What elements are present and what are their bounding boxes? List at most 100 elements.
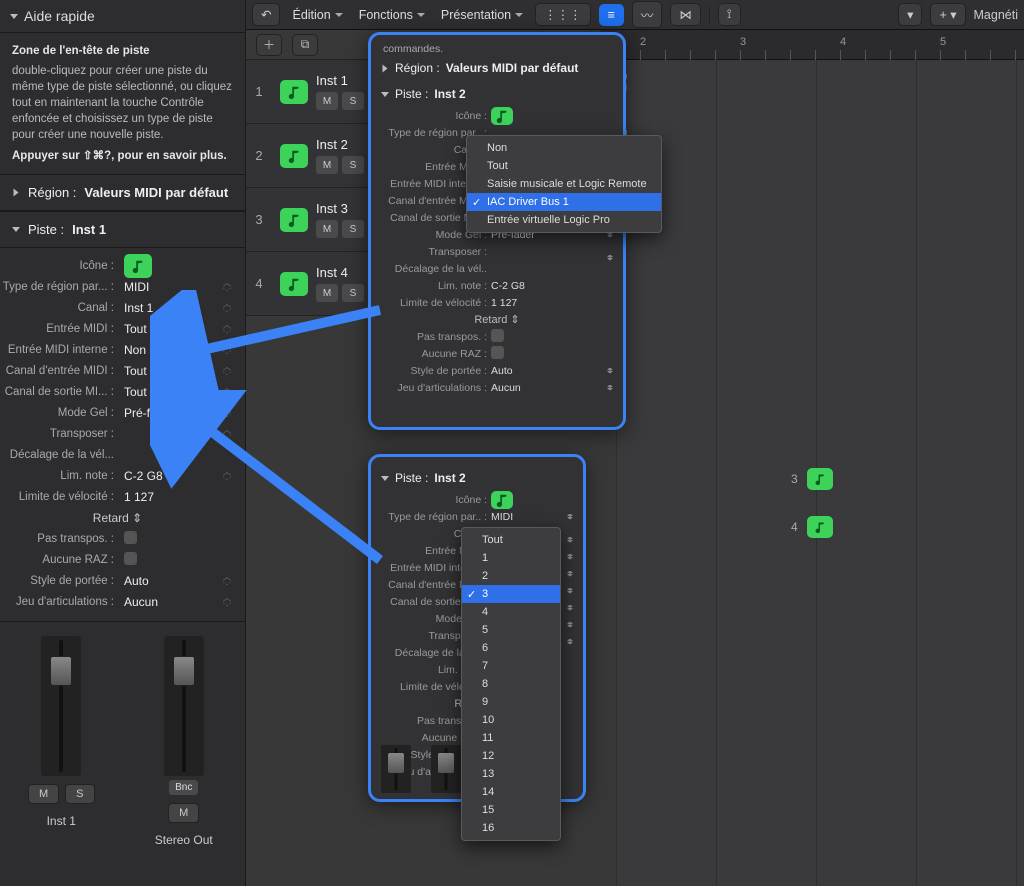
fader-knob[interactable] xyxy=(388,753,404,773)
mute-button[interactable]: M xyxy=(28,784,59,804)
popup-item[interactable]: 11 xyxy=(462,729,560,747)
ov-artic[interactable]: Jeu d'articulations :Aucun xyxy=(377,379,617,396)
checkbox-icon[interactable] xyxy=(124,552,137,565)
ruler[interactable]: 23456789 xyxy=(600,30,1024,60)
prop-freeze-mode[interactable]: Mode Gel : Pré-fader xyxy=(0,403,245,424)
popup-item[interactable]: 7 xyxy=(462,657,560,675)
popup-item[interactable]: 13 xyxy=(462,765,560,783)
view-grid-button[interactable]: ⋮⋮⋮ xyxy=(535,3,591,26)
menu-presentation[interactable]: Présentation xyxy=(437,8,527,22)
checkbox-icon[interactable] xyxy=(491,346,504,359)
ov-no-transpose[interactable]: Pas transpos. : xyxy=(377,328,617,345)
duplicate-track-button[interactable]: ⧉ xyxy=(292,34,318,56)
snap-label[interactable]: Magnéti xyxy=(974,8,1018,22)
popup-item[interactable]: 9 xyxy=(462,693,560,711)
prop-icon[interactable]: Icône : xyxy=(0,256,245,277)
overlay-track-header[interactable]: Piste : Inst 2 xyxy=(377,81,617,107)
mute-button[interactable]: M xyxy=(316,284,338,302)
popup-item-all[interactable]: Tout xyxy=(467,157,661,175)
track-section-header[interactable]: Piste : Inst 1 xyxy=(0,211,245,248)
mini-fader[interactable] xyxy=(431,745,461,793)
back-button[interactable]: ↶ xyxy=(252,3,280,26)
prop-midi-in-internal[interactable]: Entrée MIDI interne : Non xyxy=(0,340,245,361)
prop-no-transpose[interactable]: Pas transpos. : xyxy=(0,529,245,550)
fader-knob[interactable] xyxy=(438,753,454,773)
popup-item[interactable]: 8 xyxy=(462,675,560,693)
solo-button[interactable]: S xyxy=(342,156,364,174)
note-icon[interactable] xyxy=(280,80,308,104)
pointer-tool[interactable]: ▾ xyxy=(898,3,922,26)
popup-item-none[interactable]: Non xyxy=(467,139,661,157)
mute-button[interactable]: M xyxy=(316,156,338,174)
popup-item[interactable]: 14 xyxy=(462,783,560,801)
fader-knob[interactable] xyxy=(50,656,72,686)
popup-item-virtual[interactable]: Entrée virtuelle Logic Pro xyxy=(467,211,661,229)
quick-help-header[interactable]: Aide rapide xyxy=(0,0,245,33)
popup-item[interactable]: 16 xyxy=(462,819,560,837)
menu-edition[interactable]: Édition xyxy=(288,8,346,22)
mute-button[interactable]: M xyxy=(316,92,338,110)
prop-midi-channel-out[interactable]: Canal de sortie MI... : Tout xyxy=(0,382,245,403)
add-track-button[interactable]: ＋ xyxy=(256,34,282,56)
catch-playhead-button[interactable]: ⟟ xyxy=(718,3,741,26)
solo-button[interactable]: S xyxy=(342,92,364,110)
prop-transpose[interactable]: Transposer : xyxy=(0,424,245,445)
popup-item[interactable]: 6 xyxy=(462,639,560,657)
ov2-region-type[interactable]: Type de région par.. :MIDI xyxy=(377,508,577,525)
overlay-region-header[interactable]: Région : Valeurs MIDI par défaut xyxy=(377,55,617,81)
prop-articulation-set[interactable]: Jeu d'articulations : Aucun xyxy=(0,592,245,613)
popup-item-music-typing[interactable]: Saisie musicale et Logic Remote xyxy=(467,175,661,193)
popup-item[interactable]: 2 xyxy=(462,567,560,585)
note-icon[interactable] xyxy=(124,254,152,278)
popup-item[interactable]: 3 xyxy=(462,585,560,603)
checkbox-icon[interactable] xyxy=(124,531,137,544)
prop-delay[interactable]: Retard ⇕ xyxy=(0,508,245,529)
prop-channel[interactable]: Canal : Inst 1 xyxy=(0,298,245,319)
ov-delay[interactable]: Retard ⇕ xyxy=(377,311,617,328)
automation-button[interactable]: 〰 xyxy=(632,1,663,28)
midi-channel-popup[interactable]: Tout12345678910111213141516 xyxy=(461,527,561,841)
prop-note-limit[interactable]: Lim. note : C-2 G8 xyxy=(0,466,245,487)
fader-knob[interactable] xyxy=(173,656,195,686)
note-icon[interactable] xyxy=(280,208,308,232)
ov-staff[interactable]: Style de portée :Auto xyxy=(377,362,617,379)
popup-item[interactable]: 10 xyxy=(462,711,560,729)
channel-strip-stereo-out[interactable]: Bnc M Stereo Out xyxy=(123,628,246,851)
prop-velocity-offset[interactable]: Décalage de la vél... xyxy=(0,445,245,466)
popup-item[interactable]: Tout xyxy=(462,531,560,549)
flex-button[interactable]: ⋈ xyxy=(670,3,701,26)
popup-item[interactable]: 15 xyxy=(462,801,560,819)
ov-vel-offset[interactable]: Décalage de la vél.. xyxy=(377,260,617,277)
note-icon[interactable] xyxy=(491,491,513,509)
note-icon[interactable] xyxy=(280,272,308,296)
checkbox-icon[interactable] xyxy=(491,329,504,342)
region-badge[interactable]: 3 xyxy=(791,468,833,490)
popup-item[interactable]: 1 xyxy=(462,549,560,567)
note-icon[interactable] xyxy=(280,144,308,168)
ov-transpose[interactable]: Transposer : xyxy=(377,243,617,260)
mute-button[interactable]: M xyxy=(168,803,199,823)
prop-midi-in[interactable]: Entrée MIDI : Tout xyxy=(0,319,245,340)
solo-button[interactable]: S xyxy=(342,220,364,238)
region-badge[interactable]: 4 xyxy=(791,516,833,538)
popup-item[interactable]: 12 xyxy=(462,747,560,765)
prop-region-type[interactable]: Type de région par... : MIDI xyxy=(0,277,245,298)
prop-velocity-limit[interactable]: Limite de vélocité : 1 127 xyxy=(0,487,245,508)
ov-no-reset[interactable]: Aucune RAZ : xyxy=(377,345,617,362)
ov-note-lim[interactable]: Lim. note :C-2 G8 xyxy=(377,277,617,294)
view-list-button[interactable]: ≡ xyxy=(599,4,624,26)
prop-midi-channel-in[interactable]: Canal d'entrée MIDI : Tout xyxy=(0,361,245,382)
mute-button[interactable]: M xyxy=(316,220,338,238)
bounce-button[interactable]: Bnc xyxy=(169,780,198,795)
menu-fonctions[interactable]: Fonctions xyxy=(355,8,429,22)
alt-tool[interactable]: + ▾ xyxy=(930,3,965,26)
volume-fader[interactable] xyxy=(41,636,81,776)
ov-vel-lim[interactable]: Limite de vélocité :1 127 xyxy=(377,294,617,311)
popup-item[interactable]: 5 xyxy=(462,621,560,639)
overlay-track-header[interactable]: Piste : Inst 2 xyxy=(377,465,577,491)
prop-staff-style[interactable]: Style de portée : Auto xyxy=(0,571,245,592)
solo-button[interactable]: S xyxy=(342,284,364,302)
volume-fader[interactable] xyxy=(164,636,204,776)
mini-fader[interactable] xyxy=(381,745,411,793)
note-icon[interactable] xyxy=(491,107,513,125)
